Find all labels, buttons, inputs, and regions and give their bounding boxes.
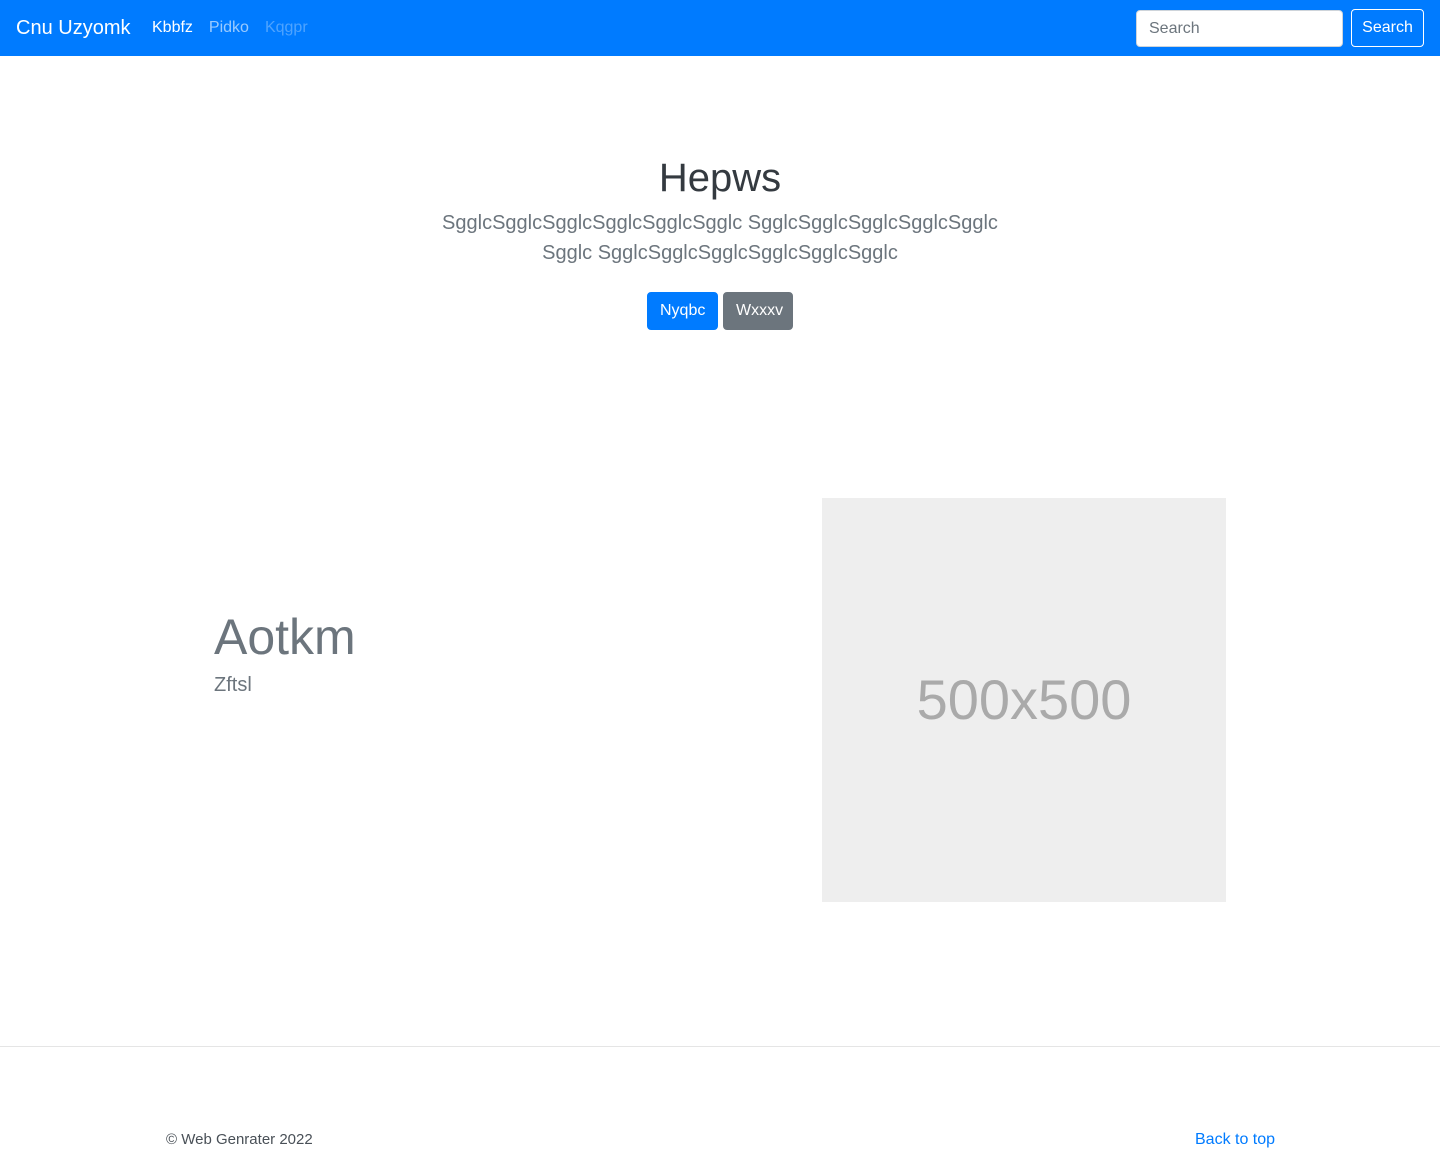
secondary-button[interactable]: Wxxxv <box>723 292 793 330</box>
hero-lead-text: SgglcSgglcSgglcSgglcSgglcSgglc SgglcSggl… <box>442 212 998 264</box>
placeholder-image-label: 500x500 <box>916 668 1132 731</box>
placeholder-image: 500x500 <box>822 498 1226 902</box>
feature-heading: Aotkm <box>214 609 356 665</box>
nav-link-pidko[interactable]: Pidko <box>209 17 249 39</box>
nav-link-kqgpr: Kqgpr <box>264 19 308 36</box>
search-button[interactable]: Search <box>1351 9 1424 47</box>
copyright-text: © Web Genrater 2022 <box>166 1131 313 1148</box>
top-navbar: Cnu Uzyomk Kbbfz Pidko Kqgpr Search <box>0 0 1440 56</box>
navbar-brand[interactable]: Cnu Uzyomk <box>16 14 130 42</box>
hero-section: Hepws SgglcSgglcSgglcSgglcSgglcSgglc Sgg… <box>0 150 1440 330</box>
hero-title: Hepws <box>658 156 782 200</box>
nav-link-kbbfz[interactable]: Kbbfz <box>152 17 193 39</box>
feature-text: Zftsl <box>214 674 252 696</box>
footer-divider <box>0 1046 1440 1047</box>
nav-links: Kbbfz Pidko Kqgpr <box>152 17 308 39</box>
back-to-top-link[interactable]: Back to top <box>1195 1130 1275 1150</box>
primary-button[interactable]: Nyqbc <box>647 292 718 330</box>
hero-buttons: Nyqbc Wxxxv <box>0 292 1440 330</box>
search-input[interactable] <box>1136 10 1343 47</box>
